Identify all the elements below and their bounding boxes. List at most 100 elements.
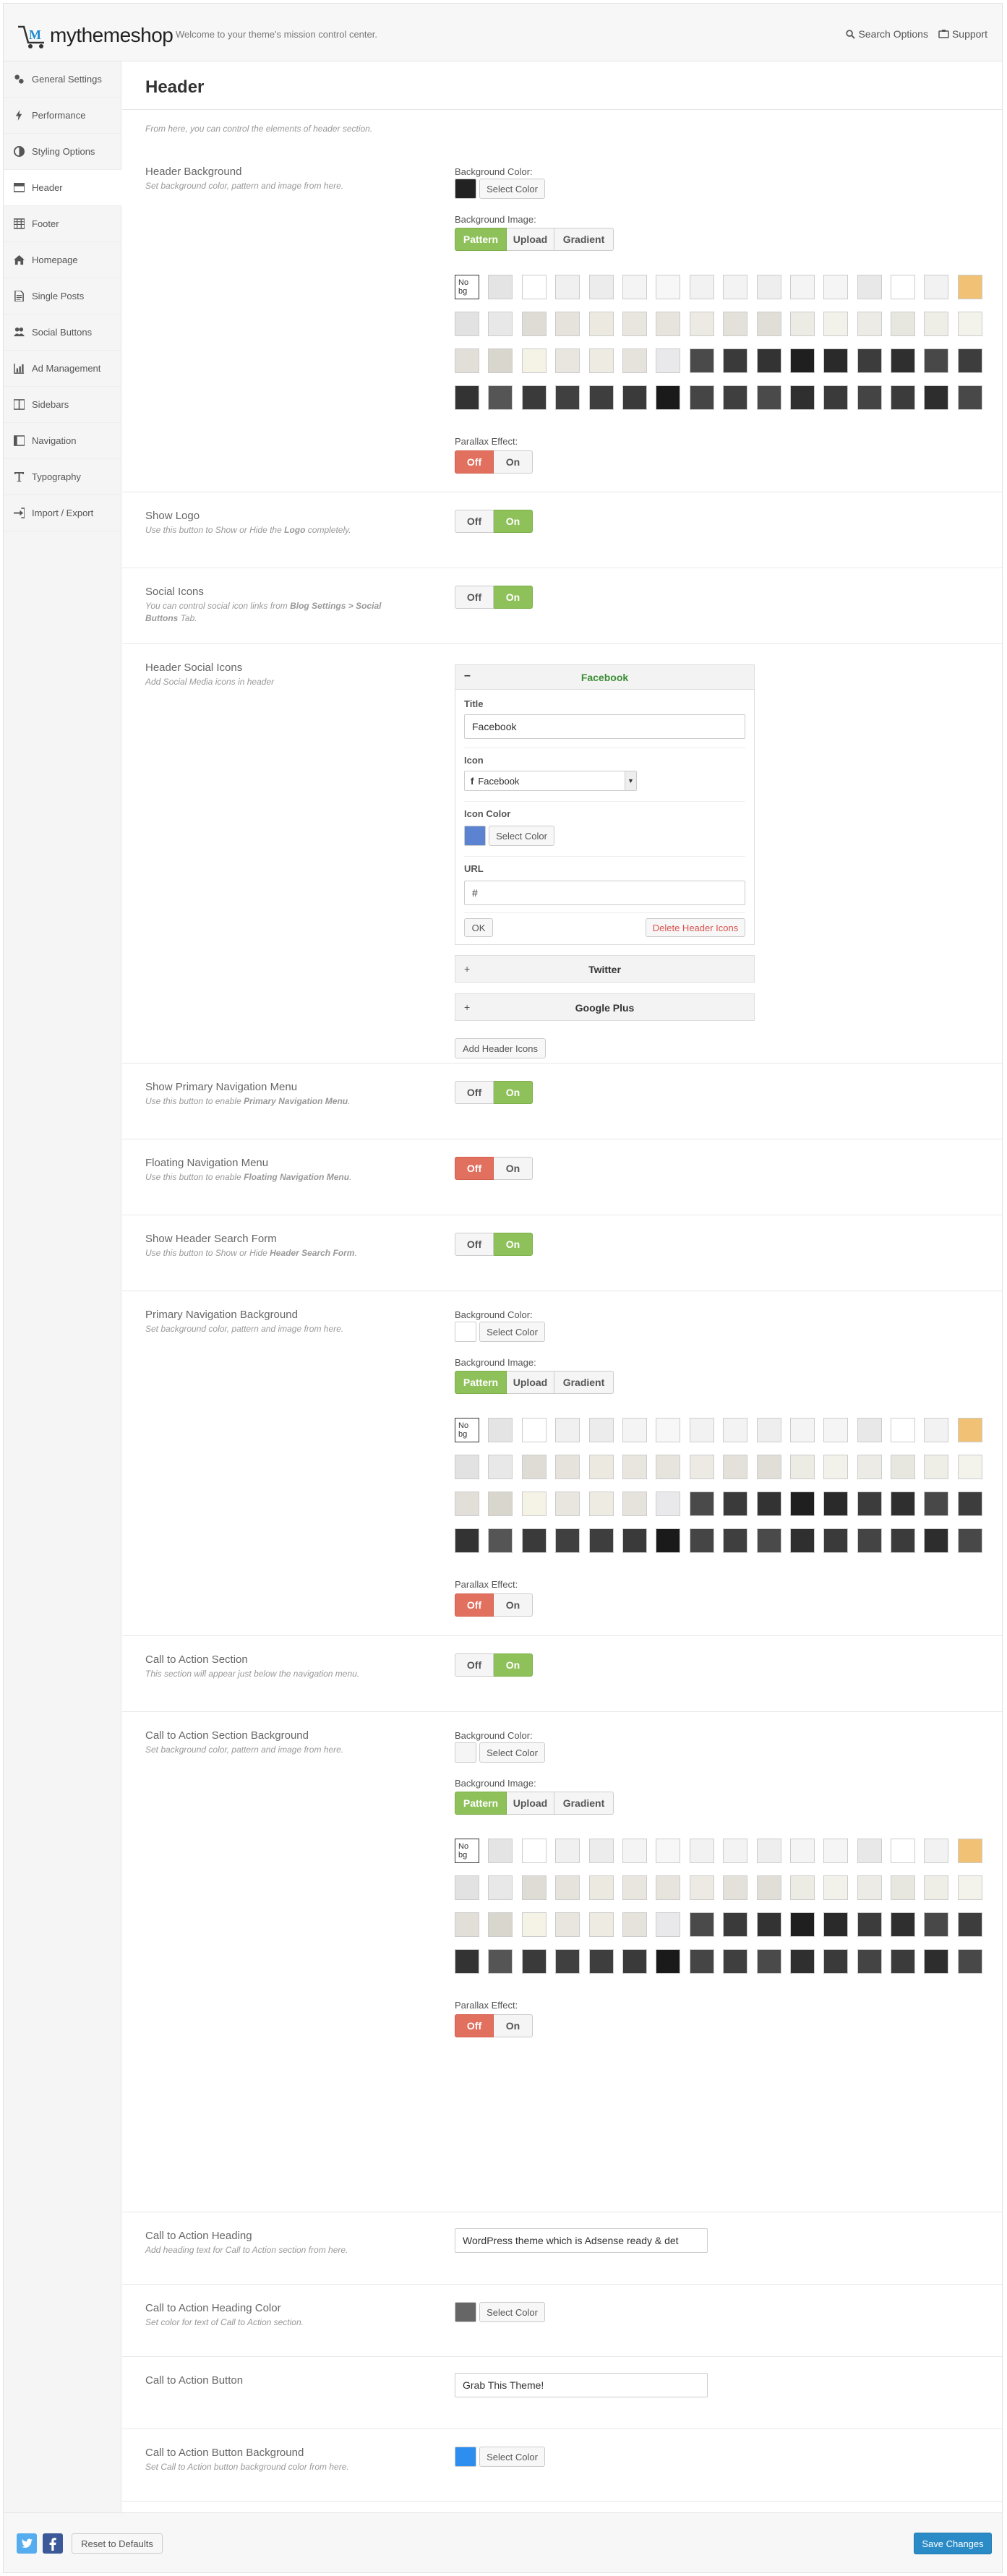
pattern-tile[interactable] (823, 312, 849, 336)
pattern-tile[interactable] (723, 1912, 748, 1937)
pattern-tile[interactable] (588, 1492, 614, 1516)
pattern-tile[interactable] (924, 1839, 949, 1863)
pattern-tile[interactable] (891, 1418, 916, 1442)
bg-image-mode[interactable]: Pattern Upload Gradient (455, 228, 614, 251)
pattern-tile[interactable] (622, 385, 647, 410)
on-button[interactable]: On (494, 450, 533, 474)
on-button[interactable]: On (494, 1233, 533, 1256)
pattern-tile[interactable] (689, 1949, 714, 1974)
pattern-tile[interactable] (823, 1528, 849, 1553)
floating-nav-toggle[interactable]: Off On (455, 1157, 533, 1180)
pattern-tile[interactable] (455, 1528, 479, 1553)
pattern-tile[interactable] (823, 348, 849, 373)
search-options-link[interactable]: Search Options (846, 28, 928, 40)
pattern-tile[interactable] (924, 1528, 949, 1553)
pattern-tile[interactable] (756, 1839, 781, 1863)
pattern-tile[interactable] (622, 312, 647, 336)
pattern-tile[interactable] (656, 1875, 681, 1900)
select-color-button[interactable]: Select Color (479, 2302, 545, 2322)
pattern-tile[interactable] (957, 348, 982, 373)
pattern-tile[interactable] (756, 1949, 781, 1974)
bg-image-mode[interactable]: Pattern Upload Gradient (455, 1792, 614, 1815)
pattern-tile[interactable] (756, 1528, 781, 1553)
pattern-tile[interactable] (756, 1418, 781, 1442)
off-button[interactable]: Off (455, 1081, 494, 1104)
pattern-tile[interactable] (689, 1875, 714, 1900)
pattern-tile[interactable] (891, 1912, 916, 1937)
social-item-twitter[interactable]: + Twitter (455, 955, 755, 983)
pattern-tile[interactable] (622, 1949, 647, 1974)
pattern-tile[interactable] (756, 1455, 781, 1479)
sidebar-item-styling-options[interactable]: Styling Options (4, 134, 121, 170)
pattern-tile[interactable] (622, 348, 647, 373)
gradient-button[interactable]: Gradient (554, 1792, 614, 1815)
bg-color-swatch[interactable] (455, 1322, 476, 1342)
pattern-tile[interactable] (857, 348, 882, 373)
pattern-tile[interactable] (823, 1418, 849, 1442)
pattern-tile[interactable] (756, 1875, 781, 1900)
pattern-tile[interactable] (455, 1912, 479, 1937)
bg-image-mode[interactable]: Pattern Upload Gradient (455, 1371, 614, 1394)
pattern-tile[interactable] (555, 1418, 580, 1442)
pattern-tile[interactable] (891, 1875, 916, 1900)
pattern-tile[interactable] (924, 1875, 949, 1900)
pattern-tile[interactable] (789, 348, 815, 373)
sidebar-item-ad-management[interactable]: Ad Management (4, 351, 121, 387)
no-background-tile[interactable]: No bg (455, 275, 479, 299)
pattern-tile[interactable] (857, 1912, 882, 1937)
pattern-button[interactable]: Pattern (455, 1792, 507, 1815)
pattern-tile[interactable] (521, 275, 547, 299)
off-button[interactable]: Off (455, 586, 494, 609)
pattern-tile[interactable] (891, 1455, 916, 1479)
pattern-tile[interactable] (689, 348, 714, 373)
pattern-tile[interactable] (689, 275, 714, 299)
gradient-button[interactable]: Gradient (554, 228, 614, 251)
pattern-tile[interactable] (756, 348, 781, 373)
on-button[interactable]: On (494, 1593, 533, 1617)
pattern-button[interactable]: Pattern (455, 1371, 507, 1394)
logo[interactable]: M mythemeshop (17, 21, 173, 50)
pattern-tile[interactable] (891, 275, 916, 299)
pattern-tile[interactable] (622, 275, 647, 299)
pattern-tile[interactable] (656, 1839, 681, 1863)
bg-color-swatch[interactable] (455, 1742, 476, 1763)
pattern-tile[interactable] (857, 1418, 882, 1442)
pattern-tile[interactable] (656, 275, 681, 299)
pattern-tile[interactable] (521, 385, 547, 410)
pattern-tile[interactable] (857, 312, 882, 336)
pattern-tile[interactable] (723, 1528, 748, 1553)
pattern-tile[interactable] (521, 348, 547, 373)
pattern-tile[interactable] (723, 1418, 748, 1442)
off-button[interactable]: Off (455, 1233, 494, 1256)
pattern-tile[interactable] (789, 1418, 815, 1442)
button-color-swatch[interactable] (455, 2447, 476, 2467)
pattern-tile[interactable] (488, 1492, 513, 1516)
pattern-tile[interactable] (555, 1949, 580, 1974)
cta-heading-input[interactable]: WordPress theme which is Adsense ready &… (455, 2228, 708, 2253)
pattern-tile[interactable] (689, 1492, 714, 1516)
pattern-tile[interactable] (455, 312, 479, 336)
pattern-tile[interactable] (723, 1875, 748, 1900)
pattern-tile[interactable] (622, 1912, 647, 1937)
pattern-tile[interactable] (891, 348, 916, 373)
on-button[interactable]: On (494, 1081, 533, 1104)
pattern-tile[interactable] (488, 348, 513, 373)
pattern-tile[interactable] (789, 1839, 815, 1863)
pattern-tile[interactable] (622, 1492, 647, 1516)
pattern-tile[interactable] (656, 1492, 681, 1516)
pattern-tile[interactable] (656, 1455, 681, 1479)
pattern-tile[interactable] (555, 1528, 580, 1553)
pattern-tile[interactable] (689, 385, 714, 410)
pattern-tile[interactable] (756, 1912, 781, 1937)
add-header-icons-button[interactable]: Add Header Icons (455, 1038, 546, 1058)
pattern-tile[interactable] (588, 1912, 614, 1937)
title-input[interactable]: Facebook (464, 714, 745, 739)
pattern-tile[interactable] (521, 312, 547, 336)
pattern-tile[interactable] (924, 1492, 949, 1516)
pattern-tile[interactable] (756, 275, 781, 299)
off-button[interactable]: Off (455, 510, 494, 533)
sidebar-item-single-posts[interactable]: Single Posts (4, 278, 121, 314)
pattern-tile[interactable] (455, 1949, 479, 1974)
pattern-tile[interactable] (488, 1949, 513, 1974)
sidebar-item-sidebars[interactable]: Sidebars (4, 387, 121, 423)
